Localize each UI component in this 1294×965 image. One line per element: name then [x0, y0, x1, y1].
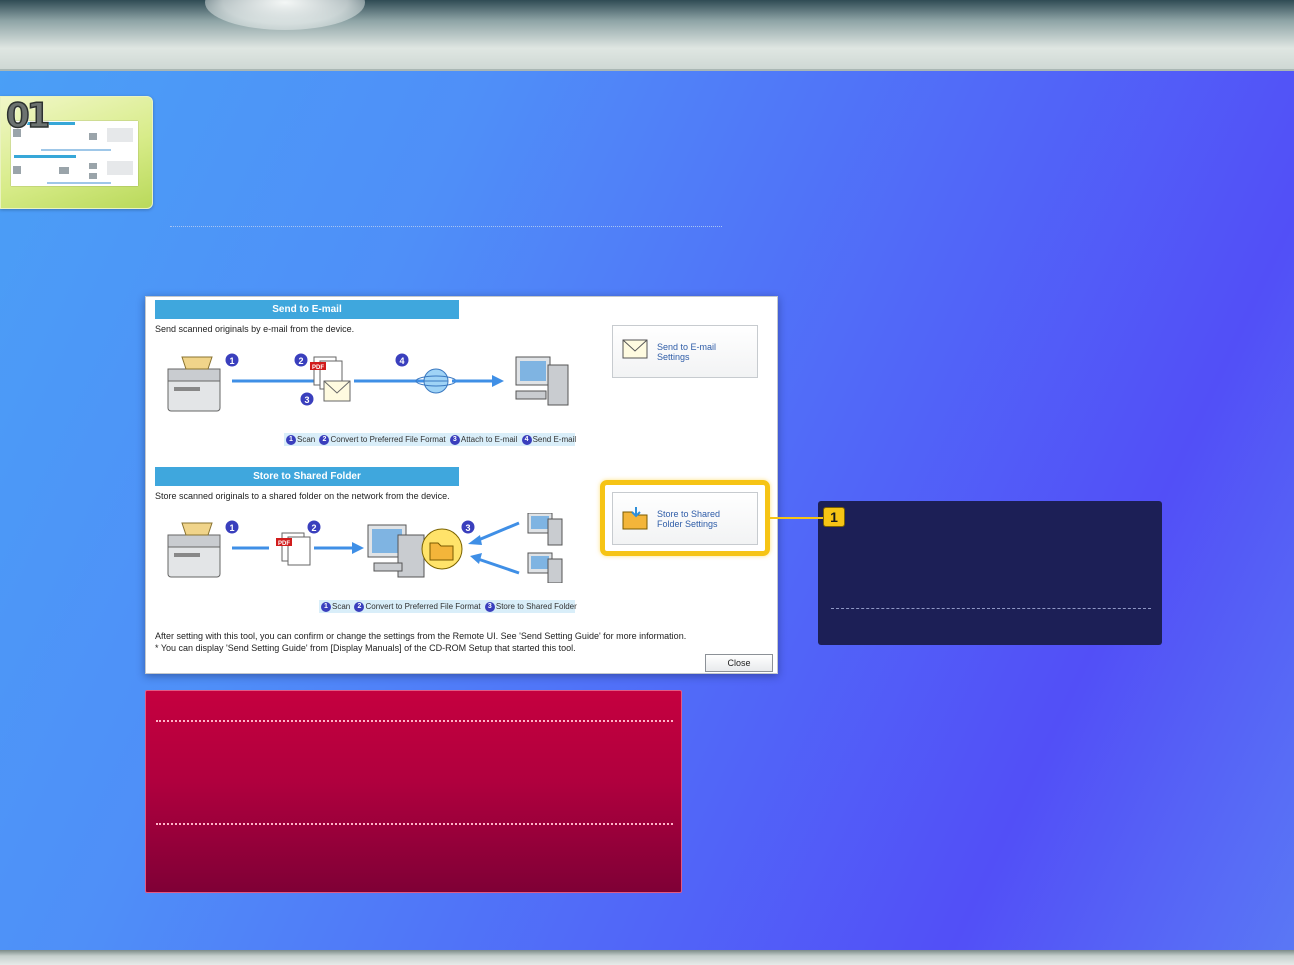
server-computer-icon: [367, 524, 425, 578]
legend-step-convert: Convert to Preferred File Format: [330, 435, 446, 444]
send-to-email-settings-button[interactable]: Send to E-mail Settings: [612, 325, 758, 378]
legend-step-scan: Scan: [332, 602, 351, 611]
email-steps-legend: 1 Scan 2 Convert to Preferred File Format …: [284, 433, 577, 446]
note-panel-divider-bottom: [156, 823, 673, 825]
step-3-marker: 3: [461, 520, 475, 534]
remote-ui-note: After setting with this tool, you can co…: [155, 631, 687, 641]
step-number-label: 01: [5, 95, 51, 137]
step-2-marker: 2: [294, 353, 308, 367]
note-panel-divider-top: [156, 720, 673, 722]
folder-steps-legend: 1 Scan 2 Convert to Preferred File Format …: [319, 600, 577, 613]
svg-text:4: 4: [399, 356, 404, 366]
banner-highlight: [205, 0, 365, 30]
legend-step-attach: Attach to E-mail: [460, 435, 518, 444]
title-underline-divider: [170, 226, 722, 227]
step-1-marker: 1: [225, 353, 239, 367]
svg-text:2: 2: [311, 523, 316, 533]
svg-text:PDF: PDF: [278, 541, 290, 547]
bottom-banner: [0, 950, 1294, 965]
svg-text:2: 2: [298, 356, 303, 366]
client-computer-icon: [527, 513, 563, 546]
folder-section-description: Store scanned originals to a shared fold…: [155, 491, 450, 501]
envelope-icon: [323, 380, 351, 402]
folder-section-header: Store to Shared Folder: [155, 467, 459, 486]
envelope-icon: [622, 339, 648, 359]
legend-step-store: Store to Shared Folder: [495, 602, 577, 611]
callout-number-badge: 1: [823, 507, 845, 527]
step-3-marker: 3: [300, 392, 314, 406]
step-1-marker: 1: [225, 520, 239, 534]
cd-rom-note: * You can display 'Send Setting Guide' f…: [155, 643, 576, 653]
info-panel-divider: [831, 608, 1151, 609]
callout-info-panel: [818, 501, 1162, 645]
email-section-header: Send to E-mail: [155, 300, 459, 319]
note-panel: [145, 690, 682, 893]
highlight-frame: [600, 480, 770, 556]
pdf-document-icon: PDF: [276, 532, 311, 566]
legend-step-convert: Convert to Preferred File Format: [365, 602, 481, 611]
legend-step-scan: Scan: [297, 435, 316, 444]
step-4-marker: 4: [395, 353, 409, 367]
svg-text:1: 1: [229, 356, 234, 366]
svg-text:3: 3: [304, 395, 309, 405]
svg-text:1: 1: [229, 523, 234, 533]
top-banner: [0, 0, 1294, 71]
svg-text:3: 3: [465, 523, 470, 533]
printer-icon: [167, 356, 221, 412]
folder-flow-diagram: 1 2 PDF 3: [167, 513, 563, 583]
close-button[interactable]: Close: [705, 654, 773, 672]
legend-step-send: Send E-mail: [532, 435, 577, 444]
send-to-email-settings-label: Send to E-mail Settings: [657, 342, 717, 362]
printer-icon: [167, 522, 221, 578]
svg-text:PDF: PDF: [312, 365, 324, 371]
email-flow-diagram: 1 2 PDF 3 4: [167, 353, 569, 412]
callout-connector: [768, 517, 824, 519]
step-2-marker: 2: [307, 520, 321, 534]
client-computer-icon: [527, 552, 563, 583]
email-section-description: Send scanned originals by e-mail from th…: [155, 324, 355, 334]
computer-icon: [515, 356, 569, 406]
shared-folder-icon: [421, 528, 463, 570]
